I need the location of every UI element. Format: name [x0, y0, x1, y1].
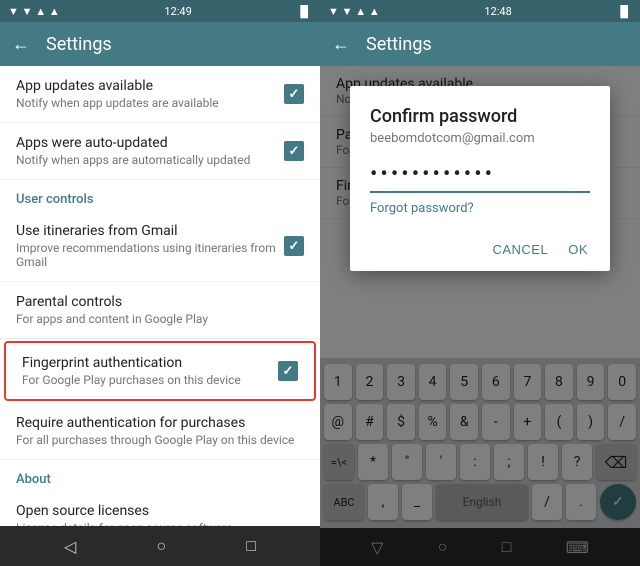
checkbox-app-updates[interactable] [284, 84, 304, 104]
dialog-password-dots: •••••••••••• [370, 162, 495, 187]
ok-button[interactable]: OK [566, 236, 590, 263]
left-toolbar: ← Settings [0, 22, 320, 66]
setting-app-updates[interactable]: App updates available Notify when app up… [0, 66, 320, 123]
left-status-bar: ▼ ▼ ▲ ▲ 12:49 ▐▌ [0, 0, 320, 22]
confirm-password-dialog: Confirm password beebomdotcom@gmail.com … [350, 86, 610, 271]
right-battery-icons: ▐▌ [616, 5, 632, 18]
dialog-email: beebomdotcom@gmail.com [370, 131, 590, 146]
left-nav-recent-icon[interactable]: □ [246, 536, 256, 556]
left-signal-icons: ▼ ▼ ▲ ▲ [8, 5, 60, 18]
left-battery-icons: ▐▌ [296, 5, 312, 18]
left-nav-back-icon[interactable]: ◁ [64, 537, 76, 556]
setting-open-source[interactable]: Open source licenses License details for… [0, 491, 320, 526]
left-settings-list: App updates available Notify when app up… [0, 66, 320, 526]
right-signal-icons: ▼ ▼ ▲ ▲ [328, 5, 380, 18]
left-time: 12:49 [164, 5, 191, 18]
left-nav-home-icon[interactable]: ○ [156, 536, 166, 556]
section-about: About [0, 460, 320, 491]
setting-apps-auto-updated[interactable]: Apps were auto-updated Notify when apps … [0, 123, 320, 180]
checkbox-itineraries[interactable] [284, 236, 304, 256]
right-toolbar: ← Settings [320, 22, 640, 66]
setting-fingerprint[interactable]: Fingerprint authentication For Google Pl… [4, 341, 316, 401]
checkbox-fingerprint[interactable] [278, 361, 298, 381]
right-back-button[interactable]: ← [332, 34, 350, 55]
dialog-title: Confirm password [370, 106, 590, 127]
left-panel: ▼ ▼ ▲ ▲ 12:49 ▐▌ ← Settings App updates … [0, 0, 320, 566]
right-page-title: Settings [366, 34, 432, 55]
setting-parental-controls[interactable]: Parental controls For apps and content i… [0, 282, 320, 339]
right-time: 12:48 [484, 5, 511, 18]
dialog-overlay: Confirm password beebomdotcom@gmail.com … [320, 66, 640, 566]
checkbox-apps-auto-updated[interactable] [284, 141, 304, 161]
left-nav-bar: ◁ ○ □ [0, 526, 320, 566]
right-status-bar: ▼ ▼ ▲ ▲ 12:48 ▐▌ [320, 0, 640, 22]
dialog-password-field[interactable]: •••••••••••• [370, 162, 590, 193]
left-back-button[interactable]: ← [12, 34, 30, 55]
setting-require-auth[interactable]: Require authentication for purchases For… [0, 403, 320, 460]
setting-itineraries[interactable]: Use itineraries from Gmail Improve recom… [0, 211, 320, 282]
left-page-title: Settings [46, 34, 112, 55]
forgot-password-link[interactable]: Forgot password? [370, 201, 590, 216]
section-user-controls: User controls [0, 180, 320, 211]
right-panel: ▼ ▼ ▲ ▲ 12:48 ▐▌ ← Settings App updates … [320, 0, 640, 566]
cancel-button[interactable]: CANCEL [490, 236, 550, 263]
dialog-buttons: CANCEL OK [370, 232, 590, 263]
